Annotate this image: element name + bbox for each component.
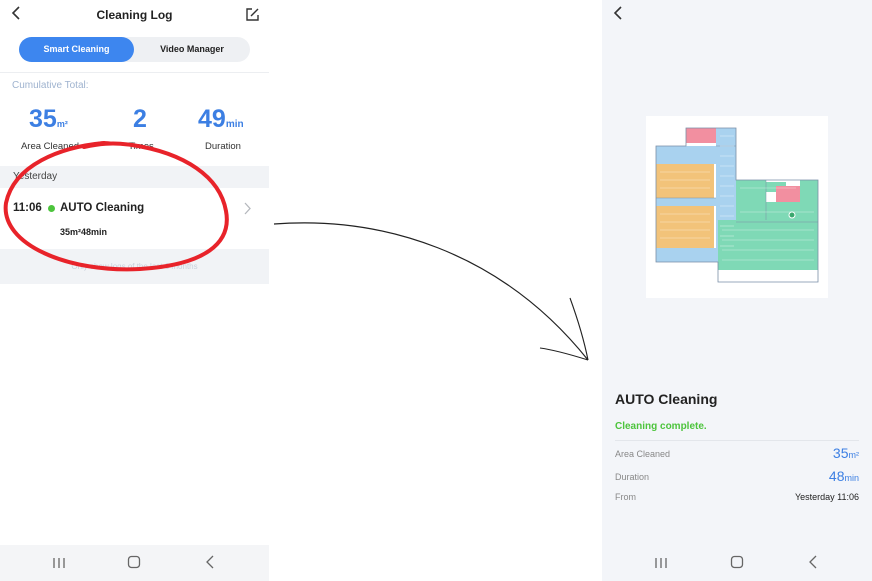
area-stat: 35m² (29, 105, 68, 134)
area-row-number: 35 (832, 445, 849, 461)
times-value: 2 (133, 105, 147, 133)
page-title: Cleaning Log (96, 8, 173, 22)
back-icon[interactable] (612, 5, 624, 26)
duration-row-number: 48 (828, 468, 845, 484)
recent-apps-icon[interactable] (654, 556, 668, 574)
cleaning-log-screen: Cleaning Log Smart Cleaning Video Manage… (0, 0, 269, 581)
duration-stat: 49min (198, 105, 244, 134)
area-unit: m² (56, 119, 68, 129)
cumulative-total-label: Cumulative Total: (12, 80, 89, 91)
android-nav-bar (602, 545, 872, 581)
times-stat: 2 (133, 105, 147, 134)
from-row-value: Yesterday 11:06 (794, 492, 859, 502)
duration-unit: min (225, 119, 244, 130)
area-value: 35 (29, 105, 57, 133)
result-status: Cleaning complete. (615, 421, 707, 432)
cleaning-detail-screen: AUTO Cleaning Cleaning complete. Area Cl… (602, 0, 872, 581)
area-row-unit: m² (848, 450, 860, 460)
edit-icon[interactable] (245, 7, 260, 27)
duration-row-unit: min (844, 473, 859, 483)
nav-back-icon[interactable] (808, 555, 818, 574)
tab-smart-cleaning[interactable]: Smart Cleaning (19, 37, 134, 62)
tab-video-manager[interactable]: Video Manager (134, 37, 250, 62)
home-icon[interactable] (730, 555, 744, 574)
result-title: AUTO Cleaning (615, 391, 718, 407)
annotation-circle (3, 141, 229, 272)
nav-back-icon[interactable] (205, 555, 215, 574)
duration-row-label: Duration (615, 472, 650, 482)
home-icon[interactable] (127, 555, 141, 574)
header-divider (0, 72, 269, 73)
duration-row-value: 48min (829, 468, 859, 486)
android-nav-bar (0, 545, 269, 581)
transition-arrow (273, 222, 589, 361)
area-row-label: Area Cleaned (615, 449, 671, 459)
area-row-value: 35m² (833, 445, 859, 463)
log-type-tabs: Smart Cleaning Video Manager (19, 37, 250, 62)
recent-apps-icon[interactable] (52, 556, 66, 574)
duration-value: 49 (198, 105, 226, 133)
cleaning-map[interactable] (646, 116, 828, 298)
from-row-label: From (615, 492, 636, 502)
result-divider (615, 440, 859, 441)
